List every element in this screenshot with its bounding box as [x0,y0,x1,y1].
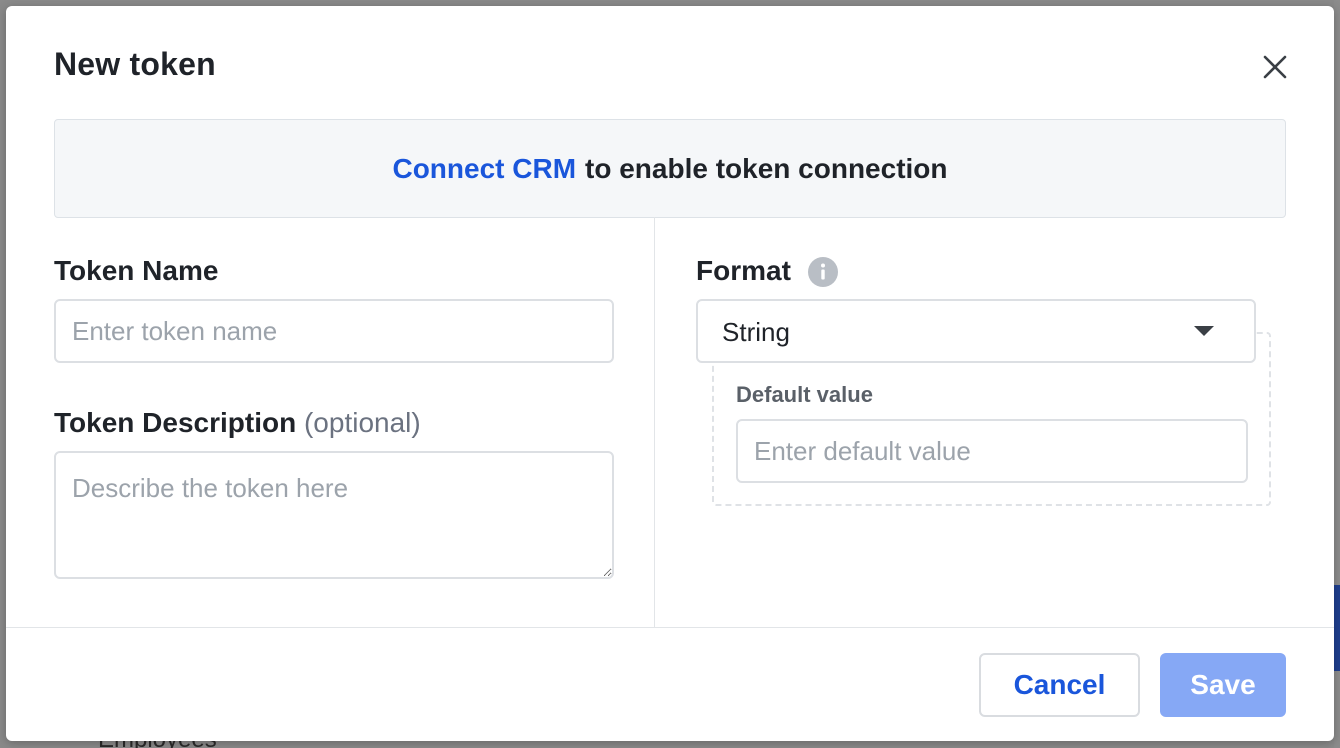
token-name-label: Token Name [54,255,219,286]
footer-divider [6,627,1334,628]
new-token-modal: New token Connect CRM to enable token co… [6,6,1334,741]
format-select[interactable]: String [696,299,1256,363]
token-description-textarea[interactable] [54,451,614,579]
background-blue-block [1334,585,1340,671]
format-selected-value: String [722,317,790,347]
token-description-label-text: Token Description [54,407,297,438]
connect-crm-link[interactable]: Connect CRM [392,153,576,185]
column-divider [654,217,655,627]
optional-tag: (optional) [303,407,421,438]
token-description-label: Token Description (optional) [54,407,421,439]
token-name-input[interactable] [54,299,614,363]
chevron-down-icon [1194,326,1214,336]
crm-notice-banner: Connect CRM to enable token connection [54,119,1286,218]
close-button[interactable] [1258,50,1292,84]
cancel-button[interactable]: Cancel [979,653,1140,717]
format-label: Format [696,255,791,286]
info-circle-icon[interactable] [808,257,838,287]
close-icon [1263,55,1287,79]
modal-title: New token [54,46,216,82]
notice-text: to enable token connection [585,152,948,184]
default-value-input[interactable] [736,419,1248,483]
default-value-label: Default value [736,382,873,407]
save-button[interactable]: Save [1160,653,1286,717]
